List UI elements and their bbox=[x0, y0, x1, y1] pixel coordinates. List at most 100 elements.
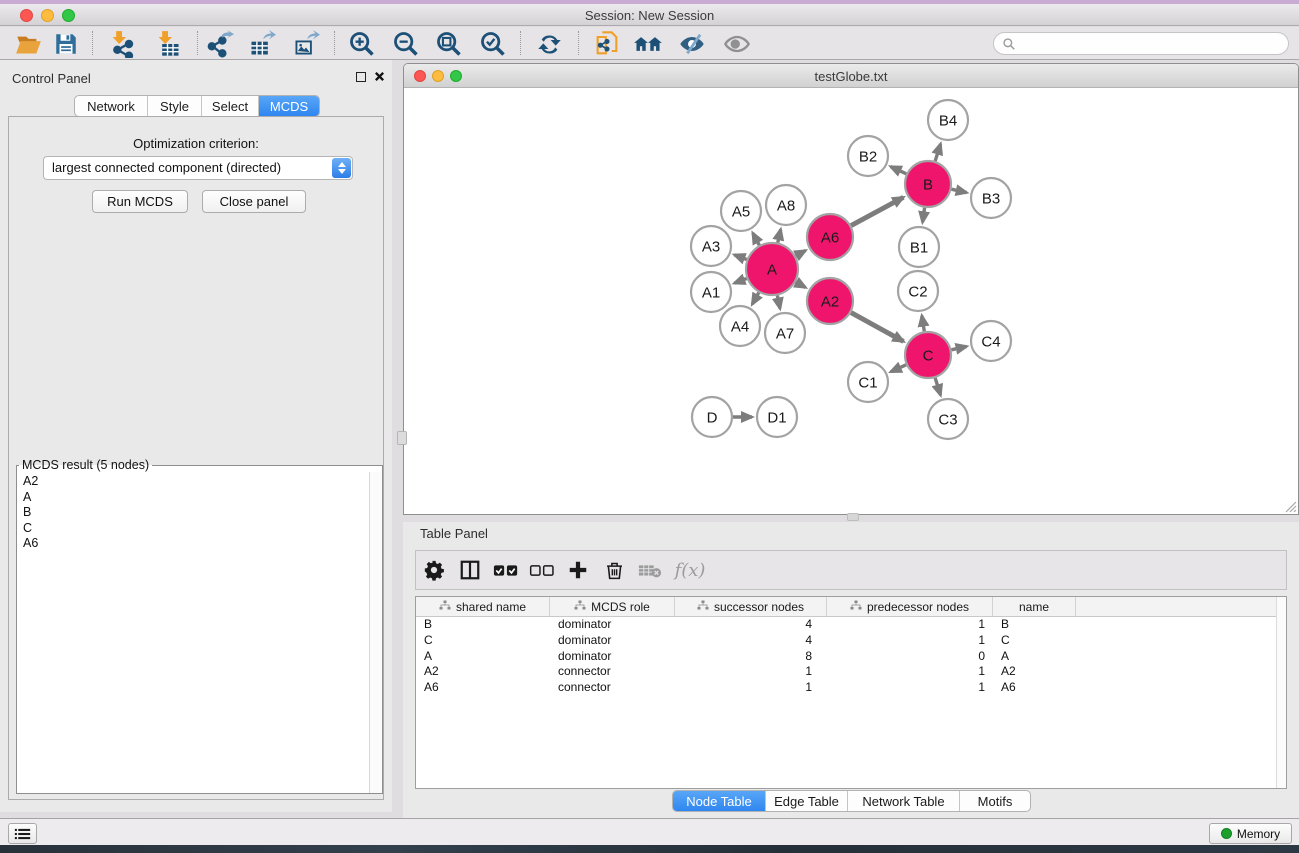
result-list-scrollbar[interactable] bbox=[369, 472, 382, 793]
export-image-icon[interactable] bbox=[291, 29, 321, 59]
column-header-successor-nodes[interactable]: successor nodes bbox=[675, 597, 827, 616]
column-header-shared-name[interactable]: shared name bbox=[416, 597, 550, 616]
mcds-result-item[interactable]: C bbox=[23, 521, 368, 537]
mcds-result-item[interactable]: A bbox=[23, 490, 368, 506]
node-C1[interactable]: C1 bbox=[848, 362, 888, 402]
search-field[interactable] bbox=[993, 32, 1289, 55]
run-mcds-button[interactable]: Run MCDS bbox=[92, 190, 188, 213]
add-column-icon[interactable] bbox=[560, 559, 596, 581]
node-A5[interactable]: A5 bbox=[721, 191, 761, 231]
edge-B-B2[interactable] bbox=[891, 167, 907, 174]
column-header-name[interactable]: name bbox=[993, 597, 1076, 616]
mcds-result-item[interactable]: A6 bbox=[23, 536, 368, 552]
home-icon[interactable] bbox=[633, 29, 663, 59]
optimization-criterion-dropdown[interactable]: largest connected component (directed) bbox=[43, 156, 353, 180]
table-row[interactable]: A2connector11A2 bbox=[416, 664, 1286, 680]
node-A1[interactable]: A1 bbox=[691, 272, 731, 312]
zoom-fit-icon[interactable] bbox=[434, 29, 464, 59]
edge-B-B1[interactable] bbox=[923, 208, 925, 222]
mcds-result-list[interactable]: A2ABCA6 bbox=[17, 472, 368, 793]
node-A3[interactable]: A3 bbox=[691, 226, 731, 266]
import-table-icon[interactable] bbox=[153, 29, 183, 59]
show-columns-icon[interactable] bbox=[452, 559, 488, 581]
node-C[interactable]: C bbox=[905, 332, 951, 378]
float-panel-icon[interactable] bbox=[356, 72, 366, 82]
node-C2[interactable]: C2 bbox=[898, 271, 938, 311]
tab-network[interactable]: Network bbox=[75, 96, 147, 116]
vertical-splitter-handle[interactable] bbox=[397, 431, 407, 445]
close-panel-button[interactable]: Close panel bbox=[202, 190, 306, 213]
refresh-layout-icon[interactable] bbox=[534, 29, 564, 59]
tab-motifs[interactable]: Motifs bbox=[959, 791, 1030, 811]
edge-A-A3[interactable] bbox=[734, 255, 746, 260]
table-scrollbar[interactable] bbox=[1276, 597, 1286, 788]
node-B4[interactable]: B4 bbox=[928, 100, 968, 140]
zoom-out-icon[interactable] bbox=[391, 29, 421, 59]
edge-C-C4[interactable] bbox=[951, 346, 966, 349]
export-network-icon[interactable] bbox=[205, 29, 235, 59]
node-A[interactable]: A bbox=[746, 243, 798, 295]
edge-A6-B[interactable] bbox=[851, 197, 903, 225]
memory-button[interactable]: Memory bbox=[1209, 823, 1292, 844]
zoom-in-icon[interactable] bbox=[347, 29, 377, 59]
delete-table-icon[interactable] bbox=[632, 561, 668, 579]
edge-C-C1[interactable] bbox=[891, 365, 906, 372]
edge-A-A5[interactable] bbox=[753, 233, 759, 245]
import-network-icon[interactable] bbox=[107, 29, 137, 59]
open-session-icon[interactable] bbox=[13, 29, 43, 59]
node-B[interactable]: B bbox=[905, 161, 951, 207]
horizontal-splitter-handle[interactable] bbox=[847, 513, 859, 521]
show-graphics-details-icon[interactable] bbox=[722, 29, 752, 59]
edge-A-A1[interactable] bbox=[734, 279, 746, 284]
node-C4[interactable]: C4 bbox=[971, 321, 1011, 361]
hide-graphics-details-icon[interactable] bbox=[677, 29, 707, 59]
export-table-icon[interactable] bbox=[247, 29, 277, 59]
column-header-mcds-role[interactable]: MCDS role bbox=[550, 597, 675, 616]
show-panels-button[interactable] bbox=[8, 823, 37, 844]
edge-C-C2[interactable] bbox=[922, 316, 924, 332]
edge-A-A7[interactable] bbox=[777, 295, 780, 308]
edge-A-A2[interactable] bbox=[796, 282, 806, 287]
edge-A-A8[interactable] bbox=[778, 229, 781, 242]
tab-node-table[interactable]: Node Table bbox=[673, 791, 765, 811]
edge-B-B3[interactable] bbox=[951, 189, 966, 192]
column-header-predecessor-nodes[interactable]: predecessor nodes bbox=[827, 597, 993, 616]
edge-A-A4[interactable] bbox=[752, 293, 759, 305]
tab-mcds[interactable]: MCDS bbox=[258, 96, 319, 116]
node-A4[interactable]: A4 bbox=[720, 306, 760, 346]
clone-network-icon[interactable] bbox=[592, 29, 622, 59]
mcds-result-item[interactable]: A2 bbox=[23, 474, 368, 490]
zoom-selected-icon[interactable] bbox=[478, 29, 508, 59]
mcds-result-item[interactable]: B bbox=[23, 505, 368, 521]
deselect-all-icon[interactable] bbox=[524, 561, 560, 579]
node-B1[interactable]: B1 bbox=[899, 227, 939, 267]
search-input[interactable] bbox=[1016, 37, 1266, 51]
tab-edge-table[interactable]: Edge Table bbox=[765, 791, 847, 811]
resize-grip-icon[interactable] bbox=[1283, 499, 1297, 513]
close-panel-icon[interactable] bbox=[374, 71, 385, 82]
table-row[interactable]: Cdominator41C bbox=[416, 633, 1286, 649]
save-session-icon[interactable] bbox=[51, 29, 81, 59]
select-all-icon[interactable] bbox=[488, 561, 524, 579]
node-A8[interactable]: A8 bbox=[766, 185, 806, 225]
node-A2[interactable]: A2 bbox=[807, 278, 853, 324]
node-D[interactable]: D bbox=[692, 397, 732, 437]
tab-select[interactable]: Select bbox=[201, 96, 258, 116]
node-B3[interactable]: B3 bbox=[971, 178, 1011, 218]
edge-C-C3[interactable] bbox=[935, 378, 940, 395]
table-row[interactable]: Adominator80A bbox=[416, 649, 1286, 665]
tab-style[interactable]: Style bbox=[147, 96, 201, 116]
edge-B-B4[interactable] bbox=[935, 144, 940, 161]
node-C3[interactable]: C3 bbox=[928, 399, 968, 439]
table-row[interactable]: A6connector11A6 bbox=[416, 680, 1286, 696]
function-builder-icon[interactable]: f(x) bbox=[668, 560, 712, 581]
node-A7[interactable]: A7 bbox=[765, 313, 805, 353]
edge-A-A6[interactable] bbox=[796, 251, 806, 256]
network-canvas[interactable]: A A1 A2 A3 A4 A5 A6 A7 A8 B B1 B2 B3B4 C C1 C2 C3C4 D D1 bbox=[404, 88, 1298, 514]
table-row[interactable]: Bdominator41B bbox=[416, 617, 1286, 633]
node-A6[interactable]: A6 bbox=[807, 214, 853, 260]
node-B2[interactable]: B2 bbox=[848, 136, 888, 176]
edge-A2-C[interactable] bbox=[851, 313, 903, 342]
delete-column-icon[interactable] bbox=[596, 560, 632, 581]
node-D1[interactable]: D1 bbox=[757, 397, 797, 437]
